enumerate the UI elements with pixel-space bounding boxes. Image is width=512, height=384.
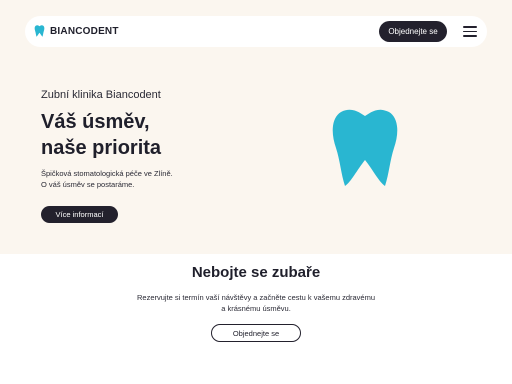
menu-line: [463, 30, 477, 32]
book-appointment-button[interactable]: Objednejte se: [379, 21, 447, 42]
section-text: Rezervujte si termín vaší návštěvy a zač…: [120, 292, 392, 314]
description-line-2: O váš úsměv se postaráme.: [41, 180, 135, 189]
description-line-1: Špičková stomatologická péče ve Zlíně.: [41, 169, 173, 178]
clinic-name: Zubní klinika Biancodent: [41, 89, 161, 101]
brand-logo[interactable]: BIANCODENT: [34, 25, 119, 37]
headline-line-2: naše priorita: [41, 137, 162, 159]
hero-headline: Váš úsměv, naše priorita: [41, 109, 161, 161]
section-text-line-1: Rezervujte si termín vaší návštěvy a zač…: [136, 293, 375, 302]
hero-section: BIANCODENT Objednejte se Zubní klinika B…: [0, 0, 512, 254]
brand-name: BIANCODENT: [50, 25, 119, 37]
more-info-button[interactable]: Více informací: [41, 206, 118, 223]
hero-description: Špičková stomatologická péče ve Zlíně. O…: [41, 168, 173, 190]
menu-line: [463, 26, 477, 28]
menu-line: [463, 35, 477, 37]
section-text-line-2: a krásnému úsměvu.: [221, 304, 291, 313]
hamburger-menu-icon[interactable]: [463, 26, 477, 37]
section-title: Nebojte se zubaře: [191, 264, 321, 281]
tooth-logo-icon: [34, 25, 45, 37]
book-appointment-outline-button[interactable]: Objednejte se: [211, 324, 301, 342]
navbar: BIANCODENT Objednejte se: [25, 16, 487, 47]
headline-line-1: Váš úsměv,: [41, 111, 150, 133]
tooth-illustration: [332, 109, 398, 186]
